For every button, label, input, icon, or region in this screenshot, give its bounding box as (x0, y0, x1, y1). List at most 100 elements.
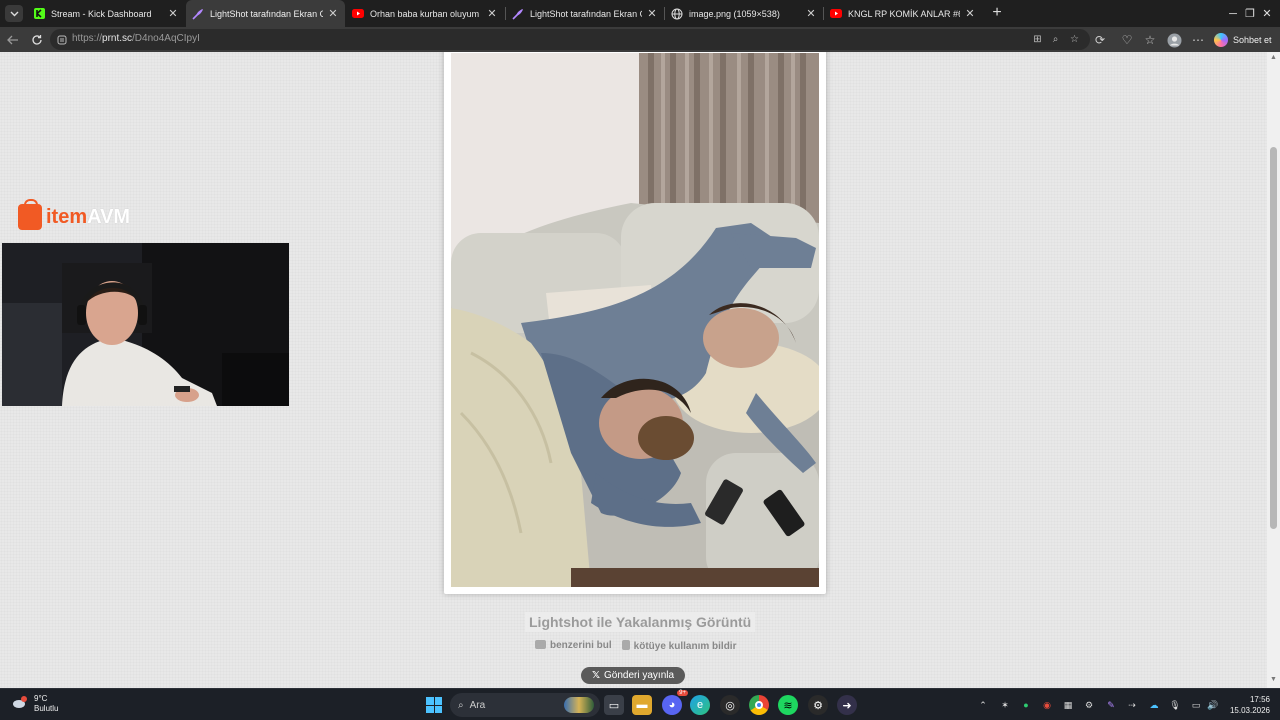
close-tab-icon[interactable]: ✕ (646, 7, 658, 20)
favorite-star-icon[interactable]: ☆ (1067, 32, 1082, 47)
scrollbar-thumb[interactable] (1270, 147, 1277, 529)
steam-icon[interactable]: ⚙ (808, 695, 828, 715)
clock-date: 15.03.2026 (1229, 706, 1270, 715)
tray-status-icon[interactable]: ● (1019, 698, 1033, 712)
windows-logo-tile (434, 697, 442, 705)
zoom-icon[interactable]: ⌕ (1048, 32, 1063, 47)
microphone-icon[interactable]: 🎙 (1168, 698, 1182, 712)
windows-logo-tile (426, 697, 434, 705)
obs-icon[interactable]: ◎ (720, 695, 740, 715)
share-on-x-button[interactable]: 𝕏 Gönderi yayınla (581, 667, 685, 684)
logo-text-avm: AVM (87, 205, 131, 228)
tab-lightshot-active[interactable]: LightShot tarafından Ekran Görüntü ✕ (186, 0, 345, 27)
taskbar-search[interactable]: ⌕ Ara (450, 693, 600, 717)
copilot-icon (1214, 32, 1228, 47)
extensions-button[interactable]: ⟳ (1091, 31, 1109, 49)
refresh-icon (32, 35, 42, 45)
tray-cloud-icon[interactable]: ☁ (1147, 698, 1161, 712)
kick-icon (33, 8, 45, 20)
app-arrow-icon[interactable]: ➜ (837, 695, 857, 715)
windows-logo-tile (426, 705, 434, 713)
close-window-button[interactable]: ✕ (1250, 0, 1280, 27)
profile-button[interactable] (1165, 31, 1183, 49)
find-similar-label: benzerini bul (550, 640, 612, 651)
close-tab-icon[interactable]: ✕ (486, 7, 498, 20)
screenshot-frame (444, 52, 826, 594)
tab-title: Orhan baba kurban oluyum dişleri (370, 8, 482, 19)
close-tab-icon[interactable]: ✕ (167, 7, 179, 20)
address-bar[interactable]: https://prnt.sc/D4no4AqCIpyI ⊞ ⌕ ☆ (50, 29, 1090, 50)
tray-keyboard-icon[interactable]: ▦ (1061, 698, 1075, 712)
tab-youtube-kngl[interactable]: KNGL RP KOMİK ANLAR #6 (GÜNL ✕ (824, 0, 982, 27)
camera-icon (535, 640, 546, 649)
search-placeholder: Ara (469, 699, 486, 711)
report-abuse-link[interactable]: kötüye kullanım bildir (621, 640, 737, 652)
url-path: /D4no4AqCIpyI (132, 33, 200, 44)
close-tab-icon[interactable]: ✕ (805, 7, 817, 20)
find-similar-link[interactable]: benzerini bul (535, 640, 612, 652)
spotify-icon[interactable]: ≋ (778, 695, 798, 715)
edge-browser-icon[interactable]: e (690, 695, 710, 715)
discord-icon[interactable]: 9+ ◕ (662, 690, 688, 715)
flag-icon (621, 640, 630, 650)
tab-title: Stream - Kick Dashboard (51, 8, 152, 19)
puzzle-icon: ⟳ (1094, 33, 1106, 47)
lightshot-feather-icon (192, 8, 204, 20)
start-button[interactable] (426, 697, 442, 713)
globe-icon (671, 8, 683, 20)
url-scheme: https:// (72, 33, 103, 44)
url-domain: prnt.sc (102, 33, 133, 44)
network-icon[interactable]: ▭ (1189, 698, 1203, 712)
search-icon: ⌕ (458, 699, 464, 711)
youtube-icon (830, 8, 842, 20)
tab-title: image.png (1059×538) (689, 8, 780, 19)
windows-logo-tile (434, 705, 442, 713)
share-button-label: Gönderi yayınla (604, 670, 675, 681)
youtube-icon (352, 8, 364, 20)
copilot-chat-button[interactable]: Sohbet et (1214, 31, 1272, 48)
refresh-button[interactable] (28, 31, 46, 49)
tray-app-icon[interactable]: ✶ (998, 698, 1012, 712)
close-tab-icon[interactable]: ✕ (964, 7, 976, 20)
settings-more-button[interactable]: ⋯ (1189, 31, 1207, 49)
clock-time: 17:56 (1249, 695, 1270, 704)
show-hidden-icons[interactable]: ⌃ (976, 698, 990, 712)
tab-youtube-orhan-baba[interactable]: Orhan baba kurban oluyum dişleri ✕ (346, 0, 504, 27)
report-abuse-label: kötüye kullanım bildir (633, 641, 737, 652)
file-explorer-icon[interactable]: ▬ (632, 695, 652, 715)
tab-lightshot-2[interactable]: LightShot tarafından Ekran Görünt ✕ (506, 0, 664, 27)
site-info-icon[interactable] (54, 32, 69, 47)
tray-arrow-icon[interactable]: ⇢ (1125, 698, 1139, 712)
url-text[interactable]: https://prnt.sc/D4no4AqCIpyI (72, 33, 200, 44)
screenshot-image[interactable] (451, 53, 819, 587)
tab-actions-menu-button[interactable] (5, 5, 23, 22)
back-button[interactable] (4, 31, 22, 49)
tab-image-png[interactable]: image.png (1059×538) ✕ (665, 0, 823, 27)
browser-essentials-button[interactable]: ♡ (1118, 31, 1136, 49)
action-links: benzerini bul kötüye kullanım bildir (535, 640, 736, 652)
task-view-icon[interactable]: ▭ (604, 695, 624, 715)
scroll-down-arrow[interactable]: ▼ (1269, 676, 1278, 684)
tray-steam-icon[interactable]: ⚙ (1082, 698, 1096, 712)
arrow-left-icon (7, 35, 18, 45)
page-scrollbar[interactable]: ▲ ▼ (1267, 52, 1280, 688)
shopping-bag-icon (18, 199, 42, 230)
x-logo-icon: 𝕏 (591, 670, 600, 681)
tab-kick-dashboard[interactable]: Stream - Kick Dashboard ✕ (27, 0, 185, 27)
tray-record-icon[interactable]: ◉ (1040, 698, 1054, 712)
favorites-button[interactable]: ☆ (1141, 31, 1159, 49)
more-dots-icon: ⋯ (1192, 33, 1204, 47)
sponsor-logo: item AVM (18, 199, 131, 232)
cloud-icon (13, 696, 27, 708)
volume-icon[interactable]: 🔊 (1206, 698, 1220, 712)
scroll-up-arrow[interactable]: ▲ (1269, 54, 1278, 62)
new-tab-button[interactable]: + (988, 4, 1006, 22)
chrome-icon[interactable] (749, 695, 769, 715)
search-highlight-image (564, 697, 594, 713)
logo-text-item: item (46, 205, 88, 228)
system-clock[interactable]: 17:56 15.03.2026 (1226, 694, 1270, 716)
webcam-overlay (2, 243, 289, 406)
tray-lightshot-icon[interactable]: ✎ (1104, 698, 1118, 712)
close-tab-icon[interactable]: ✕ (327, 7, 339, 20)
app-available-icon[interactable]: ⊞ (1030, 32, 1045, 47)
